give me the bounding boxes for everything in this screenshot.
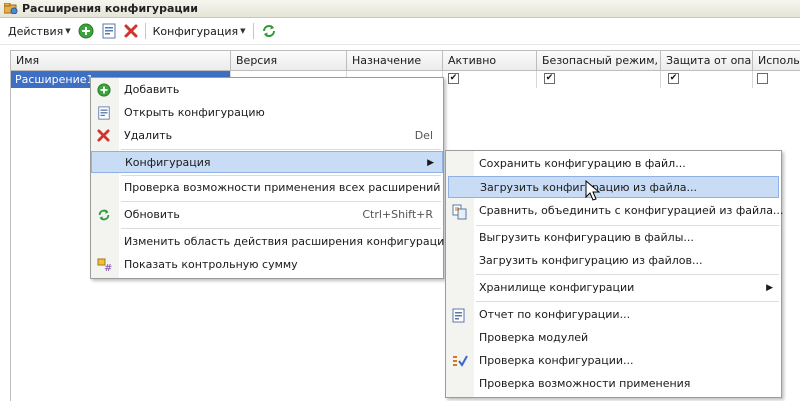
- delete-icon: [124, 24, 138, 38]
- menu-item-label: Удалить: [124, 129, 173, 142]
- menu-item-label: Проверка конфигурации...: [479, 354, 634, 367]
- table-header: Имя Версия Назначение Активно Безопасный…: [11, 51, 800, 71]
- menu-item-shortcut: Ctrl+Shift+R: [362, 208, 433, 221]
- toolbar-separator: [144, 23, 146, 39]
- submenu-item-repository[interactable]: Хранилище конфигурации ▶: [446, 277, 781, 299]
- chevron-right-icon: ▶: [766, 283, 773, 293]
- extensions-window-icon: [3, 2, 18, 15]
- menu-item-label: Конфигурация: [125, 156, 211, 169]
- submenu-item-check-applicability[interactable]: Проверка возможности применения: [446, 373, 781, 395]
- svg-text:#: #: [104, 263, 112, 272]
- menu-item-label: Проверка возможности применения всех рас…: [124, 181, 441, 194]
- open-config-button[interactable]: [100, 21, 118, 41]
- column-header-version[interactable]: Версия: [231, 51, 347, 70]
- delete-button[interactable]: [122, 21, 140, 41]
- submenu-item-export-to-files[interactable]: Выгрузить конфигурацию в файлы...: [446, 227, 781, 249]
- actions-menu-button[interactable]: Действия ▼: [6, 21, 73, 41]
- cell-active[interactable]: ✔: [443, 71, 537, 88]
- submenu-item-config-report[interactable]: Отчет по конфигурации...: [446, 304, 781, 326]
- menu-item-label: Показать контрольную сумму: [124, 258, 298, 271]
- menu-item-show-checksum[interactable]: # Показать контрольную сумму: [91, 254, 443, 276]
- menu-item-shortcut: Del: [414, 129, 433, 142]
- submenu-item-compare-merge[interactable]: Сравнить, объединить с конфигурацией из …: [446, 200, 784, 222]
- menu-separator: [121, 149, 441, 150]
- configuration-submenu: Сохранить конфигурацию в файл... Загрузи…: [445, 150, 784, 398]
- compare-icon: [452, 204, 467, 220]
- chevron-down-icon: ▼: [240, 27, 246, 35]
- column-header-use[interactable]: Использ: [753, 51, 800, 70]
- menu-separator: [121, 201, 441, 202]
- open-config-icon: [97, 106, 111, 120]
- submenu-item-check-modules[interactable]: Проверка модулей: [446, 327, 781, 349]
- configuration-menu-button[interactable]: Конфигурация ▼: [151, 21, 248, 41]
- menu-item-label: Обновить: [124, 208, 180, 221]
- column-header-safe-mode[interactable]: Безопасный режим, ...: [537, 51, 661, 70]
- open-config-icon: [102, 23, 116, 39]
- refresh-icon: [262, 25, 275, 37]
- refresh-icon: [97, 208, 111, 222]
- menu-item-label: Загрузить конфигурацию из файлов...: [479, 254, 703, 267]
- window-titlebar: Расширения конфигурации: [0, 0, 800, 18]
- column-header-protection[interactable]: Защита от опа...: [661, 51, 753, 70]
- report-icon: [452, 308, 466, 323]
- refresh-button[interactable]: [259, 21, 279, 41]
- checksum-icon: #: [97, 258, 112, 274]
- menu-item-label: Проверка модулей: [479, 331, 589, 344]
- column-header-name[interactable]: Имя: [11, 51, 231, 70]
- cell-use[interactable]: [753, 71, 800, 88]
- menu-item-label: Изменить область действия расширения кон…: [124, 235, 452, 248]
- submenu-item-save-to-file[interactable]: Сохранить конфигурацию в файл...: [446, 153, 781, 175]
- menu-item-label: Проверка возможности применения: [479, 377, 691, 390]
- submenu-item-load-from-files[interactable]: Загрузить конфигурацию из файлов...: [446, 250, 781, 272]
- menu-item-label: Открыть конфигурацию: [124, 106, 265, 119]
- configuration-menu-label: Конфигурация: [152, 24, 239, 38]
- chevron-down-icon: ▼: [65, 27, 71, 35]
- add-icon: [97, 83, 111, 97]
- submenu-item-load-from-file[interactable]: Загрузить конфигурацию из файла...: [448, 176, 779, 198]
- active-checkbox[interactable]: ✔: [448, 73, 459, 84]
- menu-item-delete[interactable]: Удалить Del: [91, 125, 443, 147]
- menu-item-label: Отчет по конфигурации...: [479, 308, 631, 321]
- window-title: Расширения конфигурации: [22, 2, 198, 15]
- column-header-purpose[interactable]: Назначение: [347, 51, 443, 70]
- menu-item-change-scope[interactable]: Изменить область действия расширения кон…: [91, 231, 451, 253]
- cell-safe-mode[interactable]: ✔: [537, 71, 661, 88]
- safe-mode-checkbox[interactable]: ✔: [544, 73, 555, 84]
- toolbar-separator: [252, 23, 254, 39]
- protection-checkbox[interactable]: ✔: [668, 73, 679, 84]
- mouse-pointer-icon: [585, 180, 601, 201]
- chevron-right-icon: ▶: [427, 158, 434, 168]
- menu-item-label: Добавить: [124, 83, 180, 96]
- menu-item-label: Выгрузить конфигурацию в файлы...: [479, 231, 694, 244]
- toolbar: Действия ▼ Конфигурация ▼: [0, 18, 800, 45]
- menu-separator: [476, 225, 779, 226]
- menu-item-configuration[interactable]: Конфигурация ▶: [91, 151, 443, 173]
- use-checkbox[interactable]: [757, 73, 768, 84]
- add-button[interactable]: [76, 21, 96, 41]
- menu-item-label: Хранилище конфигурации: [479, 281, 635, 294]
- add-icon: [78, 23, 94, 39]
- menu-item-check-all-extensions[interactable]: Проверка возможности применения всех рас…: [91, 177, 443, 199]
- menu-item-open-config[interactable]: Открыть конфигурацию: [91, 102, 443, 124]
- cell-protection[interactable]: ✔: [661, 71, 753, 88]
- menu-separator: [476, 301, 779, 302]
- menu-separator: [121, 175, 441, 176]
- menu-item-label: Сохранить конфигурацию в файл...: [479, 157, 686, 170]
- menu-item-add[interactable]: Добавить: [91, 79, 443, 101]
- check-config-icon: [452, 354, 468, 368]
- delete-icon: [97, 129, 111, 143]
- menu-item-refresh[interactable]: Обновить Ctrl+Shift+R: [91, 204, 443, 226]
- context-menu: Добавить Открыть конфигурацию Удалить De…: [90, 77, 451, 279]
- actions-menu-label: Действия: [8, 24, 64, 38]
- column-header-active[interactable]: Активно: [443, 51, 537, 70]
- menu-item-label: Сравнить, объединить с конфигурацией из …: [479, 204, 784, 217]
- submenu-item-check-config[interactable]: Проверка конфигурации...: [446, 350, 781, 372]
- menu-separator: [476, 274, 779, 275]
- menu-separator: [121, 228, 441, 229]
